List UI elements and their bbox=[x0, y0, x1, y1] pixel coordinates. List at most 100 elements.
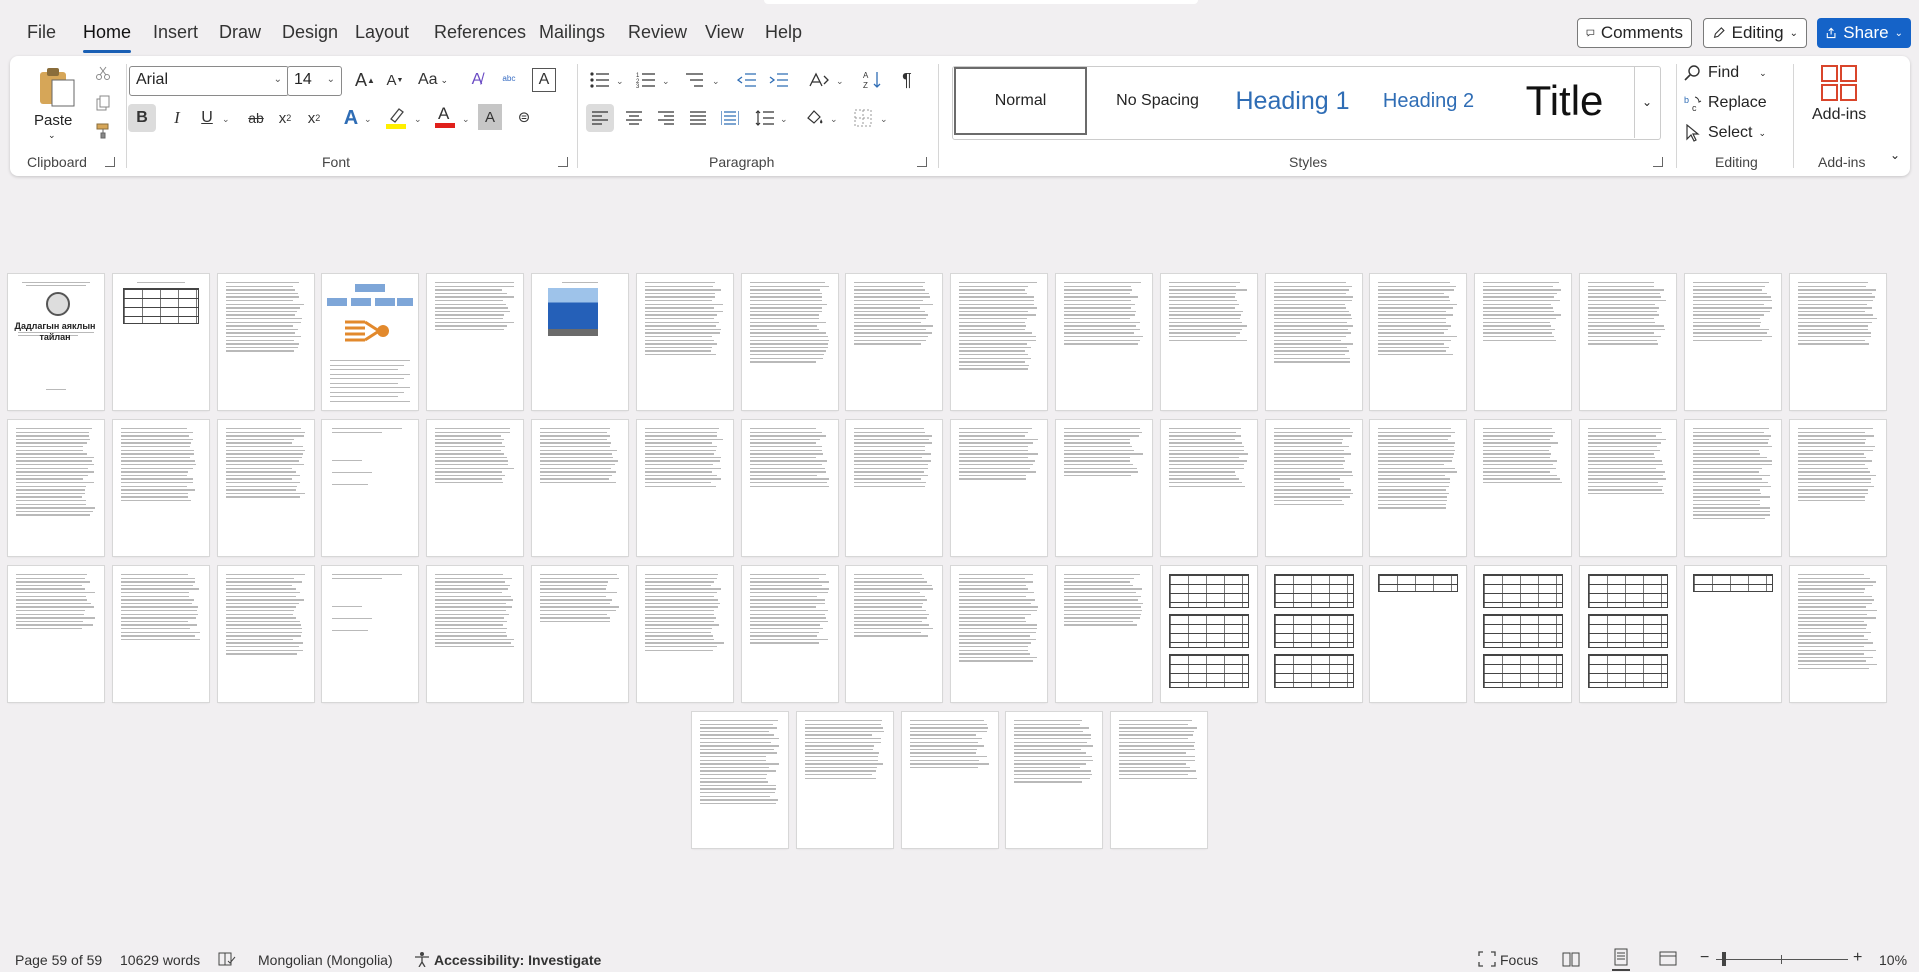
styles-more-button[interactable]: ⌄ bbox=[1634, 66, 1659, 138]
page-thumbnail[interactable] bbox=[1160, 420, 1257, 556]
show-paragraph-marks-icon[interactable]: ¶ bbox=[896, 68, 918, 92]
page-thumbnail[interactable] bbox=[951, 566, 1048, 702]
shading-icon[interactable] bbox=[802, 104, 828, 132]
chevron-down-icon[interactable]: ⌄ bbox=[222, 114, 230, 125]
numbering-icon[interactable]: 123 bbox=[632, 68, 660, 92]
page-thumbnail[interactable] bbox=[1684, 420, 1781, 556]
line-spacing-icon[interactable] bbox=[752, 104, 778, 132]
font-color-button[interactable]: A bbox=[432, 100, 458, 132]
page-thumbnail[interactable] bbox=[427, 274, 524, 410]
highlight-color-button[interactable] bbox=[382, 102, 410, 132]
collapse-ribbon-icon[interactable]: ⌄ bbox=[1890, 148, 1900, 162]
enclose-characters-icon[interactable]: ⊜ bbox=[512, 104, 536, 130]
underline-button[interactable]: U bbox=[196, 104, 218, 132]
tab-layout[interactable]: Layout bbox=[355, 22, 409, 43]
select-button[interactable]: Select ⌄ bbox=[1684, 120, 1804, 146]
page-thumbnail[interactable] bbox=[1056, 420, 1152, 556]
clipboard-launcher-icon[interactable] bbox=[105, 157, 115, 167]
page-thumbnail[interactable] bbox=[532, 566, 628, 702]
style-normal[interactable]: Normal bbox=[954, 67, 1087, 135]
styles-launcher-icon[interactable] bbox=[1653, 157, 1663, 167]
align-left-button[interactable] bbox=[586, 104, 614, 132]
tab-help[interactable]: Help bbox=[765, 22, 802, 43]
chevron-down-icon[interactable]: ⌄ bbox=[616, 76, 624, 87]
change-case-icon[interactable]: Aa ⌄ bbox=[416, 68, 450, 92]
bold-button[interactable]: B bbox=[128, 104, 156, 132]
page-thumbnail[interactable] bbox=[1580, 420, 1676, 556]
page-thumbnail[interactable] bbox=[532, 274, 628, 410]
chevron-down-icon[interactable]: ⌄ bbox=[414, 114, 422, 125]
page-thumbnail[interactable] bbox=[1160, 566, 1257, 702]
page-thumbnail[interactable] bbox=[1006, 712, 1103, 848]
page-thumbnail[interactable] bbox=[322, 566, 419, 702]
page-thumbnail[interactable] bbox=[1265, 420, 1362, 556]
page-thumbnail[interactable] bbox=[1475, 566, 1572, 702]
style-title[interactable]: Title bbox=[1498, 68, 1631, 134]
page-thumbnail[interactable] bbox=[322, 420, 419, 556]
page-thumbnail[interactable] bbox=[1684, 566, 1781, 702]
page-thumbnail[interactable] bbox=[636, 420, 733, 556]
chevron-down-icon[interactable]: ⌄ bbox=[880, 114, 888, 125]
copy-icon[interactable] bbox=[92, 92, 114, 114]
page-thumbnail[interactable] bbox=[1789, 420, 1886, 556]
page-thumbnail[interactable] bbox=[217, 274, 314, 410]
font-name-combobox[interactable]: Arial ⌄ bbox=[129, 66, 289, 96]
cut-icon[interactable] bbox=[92, 62, 114, 84]
style-heading-1[interactable]: Heading 1 bbox=[1226, 68, 1359, 134]
share-button[interactable]: Share ⌄ bbox=[1817, 18, 1911, 48]
increase-indent-icon[interactable] bbox=[766, 68, 792, 92]
page-thumbnail[interactable] bbox=[636, 274, 733, 410]
search-box-edge[interactable] bbox=[764, 0, 1198, 4]
page-thumbnail[interactable] bbox=[112, 566, 209, 702]
page-thumbnail[interactable] bbox=[846, 420, 943, 556]
page-thumbnail[interactable] bbox=[217, 420, 314, 556]
character-border-icon[interactable]: A bbox=[532, 68, 556, 92]
zoom-in-button[interactable]: + bbox=[1853, 949, 1862, 967]
font-size-combobox[interactable]: 14 ⌄ bbox=[287, 66, 342, 96]
zoom-slider-thumb[interactable] bbox=[1722, 952, 1726, 966]
tab-file[interactable]: File bbox=[27, 22, 56, 43]
page-thumbnail[interactable] bbox=[741, 566, 838, 702]
page-thumbnail[interactable] bbox=[1265, 274, 1362, 410]
tab-view[interactable]: View bbox=[705, 22, 744, 43]
tab-home[interactable]: Home bbox=[83, 22, 132, 53]
distributed-button[interactable] bbox=[718, 104, 742, 132]
page-thumbnail[interactable] bbox=[636, 566, 733, 702]
read-mode-icon[interactable] bbox=[1562, 950, 1580, 971]
page-thumbnail[interactable] bbox=[846, 566, 943, 702]
tab-mailings[interactable]: Mailings bbox=[539, 22, 605, 43]
page-thumbnail[interactable] bbox=[532, 420, 628, 556]
page-thumbnail[interactable] bbox=[951, 274, 1048, 410]
format-painter-icon[interactable] bbox=[92, 120, 114, 142]
zoom-slider-track[interactable] bbox=[1716, 959, 1848, 960]
page-thumbnail[interactable] bbox=[1789, 566, 1886, 702]
word-count[interactable]: 10629 words bbox=[120, 952, 200, 968]
tab-draw[interactable]: Draw bbox=[219, 22, 261, 43]
page-thumbnail[interactable] bbox=[692, 712, 788, 848]
text-effects-abc-icon[interactable]: ᵃᵇᶜ bbox=[496, 68, 522, 92]
font-launcher-icon[interactable] bbox=[558, 157, 568, 167]
page-thumbnail[interactable] bbox=[1056, 274, 1152, 410]
strikethrough-button[interactable]: ab bbox=[245, 104, 267, 132]
page-thumbnail[interactable] bbox=[1056, 566, 1152, 702]
align-center-button[interactable] bbox=[622, 104, 646, 132]
page-thumbnail[interactable] bbox=[322, 274, 419, 410]
page-thumbnail[interactable] bbox=[112, 274, 209, 410]
sort-icon[interactable]: AZ bbox=[860, 68, 886, 92]
chevron-down-icon[interactable]: ⌄ bbox=[830, 114, 838, 125]
bullets-icon[interactable] bbox=[586, 68, 614, 92]
style-no-spacing[interactable]: No Spacing bbox=[1091, 68, 1224, 134]
page-thumbnail[interactable] bbox=[8, 566, 104, 702]
chevron-down-icon[interactable]: ⌄ bbox=[462, 114, 470, 125]
page-thumbnail[interactable] bbox=[741, 274, 838, 410]
style-heading-2[interactable]: Heading 2 bbox=[1362, 68, 1495, 134]
page-thumbnail[interactable] bbox=[1160, 274, 1257, 410]
shrink-font-icon[interactable]: A ▼ bbox=[384, 68, 406, 92]
page-thumbnail[interactable] bbox=[796, 712, 893, 848]
text-direction-icon[interactable] bbox=[804, 68, 834, 92]
clear-formatting-icon[interactable]: A̸ bbox=[466, 68, 488, 92]
web-layout-icon[interactable] bbox=[1659, 950, 1677, 971]
justify-button[interactable] bbox=[686, 104, 710, 132]
page-thumbnail[interactable] bbox=[1475, 274, 1572, 410]
chevron-down-icon[interactable]: ⌄ bbox=[712, 76, 720, 87]
